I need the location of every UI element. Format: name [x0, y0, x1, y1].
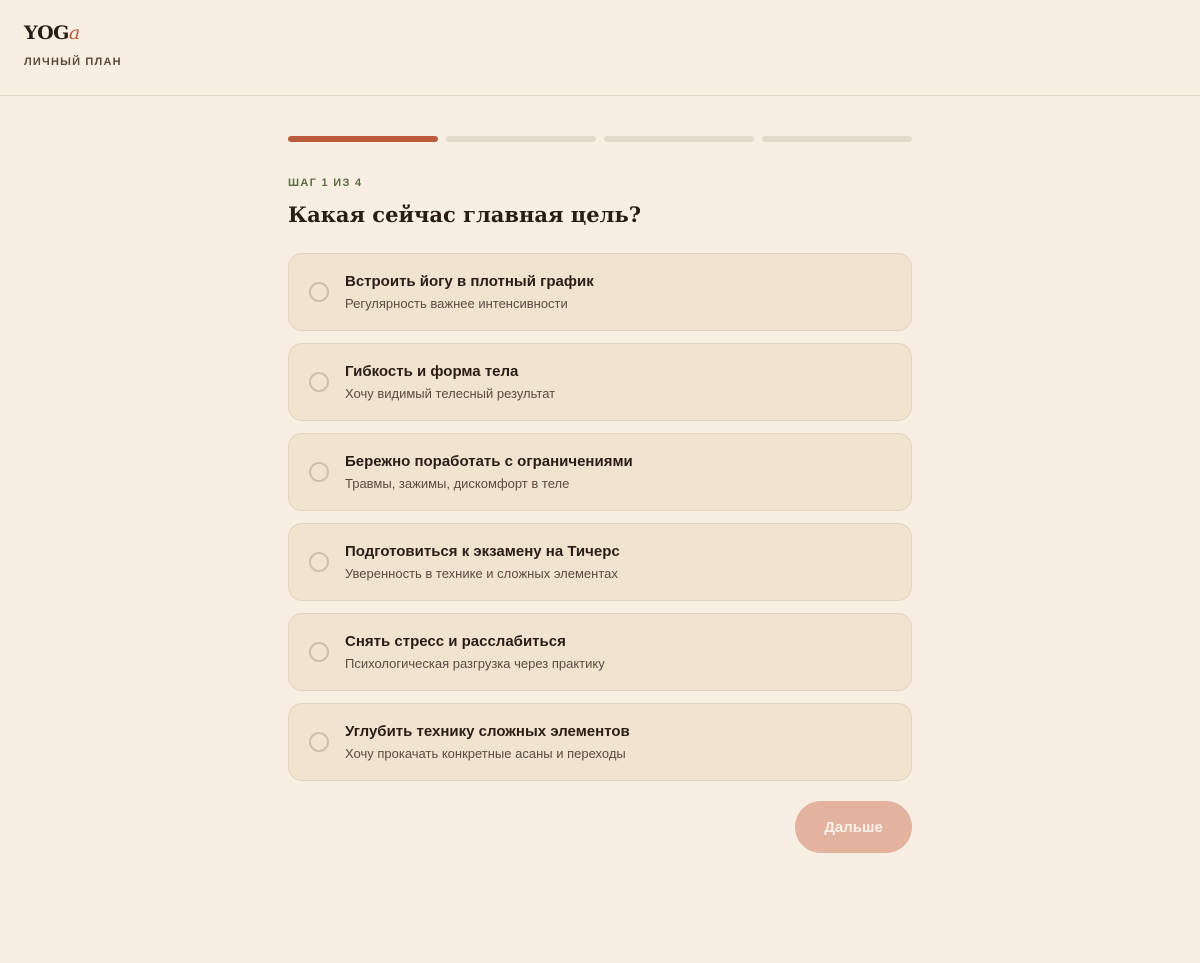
quiz-footer: Дальше [288, 801, 912, 853]
option-description: Травмы, зажимы, дискомфорт в теле [345, 476, 570, 491]
radio-button[interactable] [309, 732, 329, 752]
option-text: Углубить технику сложных элементов Хочу … [345, 722, 630, 762]
progress-bar [288, 136, 912, 142]
step-label: ШАГ 1 ИЗ 4 [288, 177, 363, 189]
option-description: Психологическая разгрузка через практику [345, 656, 605, 671]
radio-button[interactable] [309, 462, 329, 482]
question-title: Какая сейчас главная цель? [288, 202, 642, 227]
option-text: Подготовиться к экзамену на Тичерс Увере… [345, 542, 620, 582]
option-title: Углубить технику сложных элементов [345, 723, 630, 740]
option-description: Хочу прокачать конкретные асаны и перехо… [345, 746, 626, 761]
option-card[interactable]: Подготовиться к экзамену на Тичерс Увере… [288, 523, 912, 601]
header-subtitle: ЛИЧНЫЙ ПЛАН [24, 56, 122, 68]
radio-button[interactable] [309, 552, 329, 572]
option-title: Подготовиться к экзамену на Тичерс [345, 543, 620, 560]
option-description: Регулярность важнее интенсивности [345, 296, 568, 311]
logo[interactable]: YOGa [24, 20, 1176, 46]
quiz-container: ШАГ 1 ИЗ 4 Какая сейчас главная цель? Вс… [288, 96, 912, 853]
option-card[interactable]: Углубить технику сложных элементов Хочу … [288, 703, 912, 781]
progress-segment [762, 136, 912, 142]
logo-main: YOG [24, 22, 69, 44]
radio-button[interactable] [309, 642, 329, 662]
next-button[interactable]: Дальше [795, 801, 912, 853]
option-card[interactable]: Гибкость и форма тела Хочу видимый телес… [288, 343, 912, 421]
options-list: Встроить йогу в плотный график Регулярно… [288, 253, 912, 781]
option-text: Гибкость и форма тела Хочу видимый телес… [345, 362, 555, 402]
progress-segment [446, 136, 596, 142]
progress-segment [604, 136, 754, 142]
option-title: Встроить йогу в плотный график [345, 273, 594, 290]
header: YOGa ЛИЧНЫЙ ПЛАН [0, 0, 1200, 96]
option-title: Гибкость и форма тела [345, 363, 519, 380]
radio-button[interactable] [309, 282, 329, 302]
radio-button[interactable] [309, 372, 329, 392]
option-card[interactable]: Бережно поработать с ограничениями Травм… [288, 433, 912, 511]
option-text: Бережно поработать с ограничениями Травм… [345, 452, 633, 492]
option-description: Хочу видимый телесный результат [345, 386, 556, 401]
option-card[interactable]: Снять стресс и расслабиться Психологичес… [288, 613, 912, 691]
logo-accent: a [68, 22, 80, 44]
progress-segment [288, 136, 438, 142]
option-title: Снять стресс и расслабиться [345, 633, 566, 650]
option-text: Встроить йогу в плотный график Регулярно… [345, 272, 594, 312]
option-description: Уверенность в технике и сложных элемента… [345, 566, 618, 581]
option-text: Снять стресс и расслабиться Психологичес… [345, 632, 605, 672]
option-card[interactable]: Встроить йогу в плотный график Регулярно… [288, 253, 912, 331]
option-title: Бережно поработать с ограничениями [345, 453, 633, 470]
